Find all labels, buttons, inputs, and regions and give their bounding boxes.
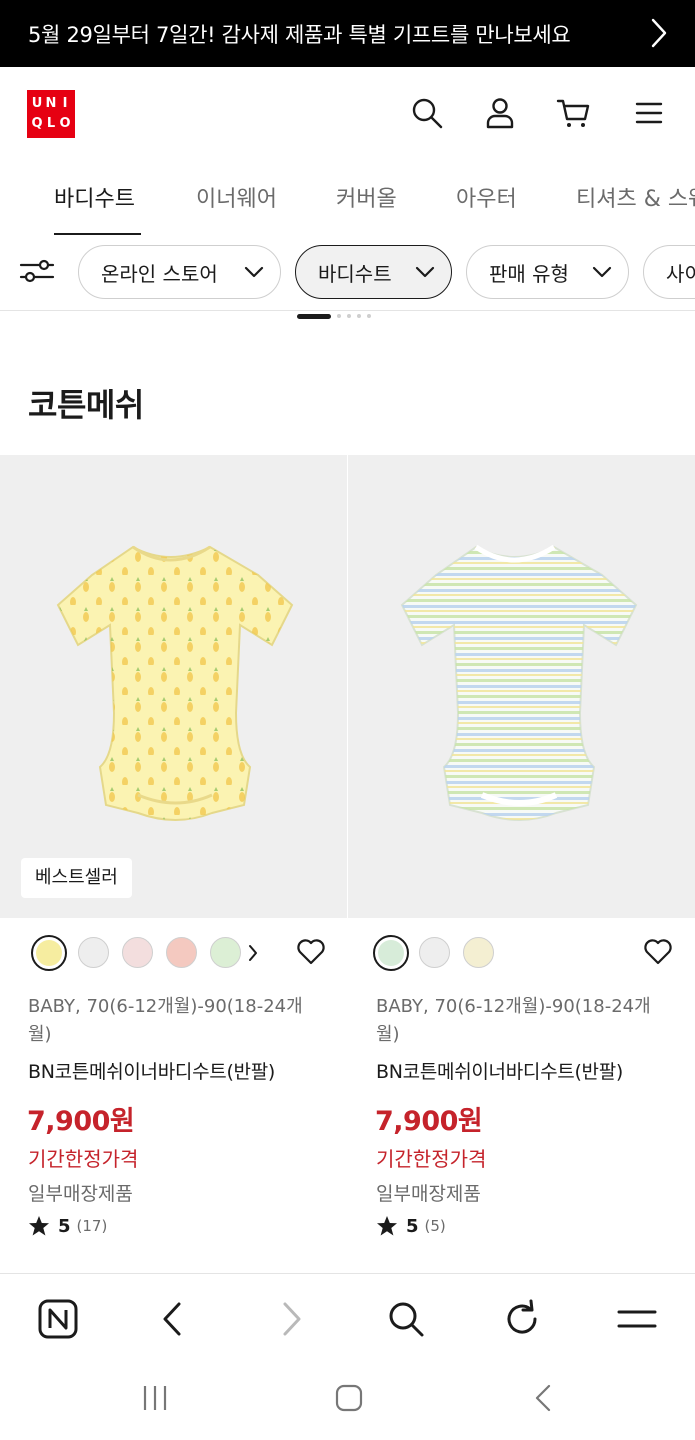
color-swatch[interactable] — [373, 935, 409, 971]
striped-bodysuit-image — [400, 544, 638, 821]
star-icon — [377, 1216, 397, 1236]
filter-scroll-indicator — [297, 313, 371, 319]
color-swatch[interactable] — [419, 937, 450, 968]
color-swatch[interactable] — [210, 937, 241, 968]
promo-text: 5월 29일부터 7일간! 감사제 제품과 특별 기프트를 만나보세요 — [28, 22, 571, 47]
tab-innerwear[interactable]: 이너웨어 — [196, 181, 277, 213]
section-title: 코튼메쉬 — [28, 386, 144, 424]
rating-count: (17) — [76, 1217, 108, 1235]
filter-chip-sale-type[interactable]: 판매 유형 — [466, 245, 629, 299]
tab-outer[interactable]: 아우터 — [456, 181, 517, 213]
category-tabs: 바디수트 이너웨어 커버올 아우터 티셔츠 & 스웨 — [0, 163, 695, 236]
naver-home-icon[interactable] — [37, 1298, 79, 1340]
star-icon — [29, 1216, 49, 1236]
browser-toolbar — [0, 1273, 695, 1361]
refresh-icon[interactable] — [501, 1298, 543, 1340]
price-note: 기간한정가격 — [28, 1147, 139, 1171]
chevron-down-icon — [244, 266, 264, 278]
product-image[interactable] — [348, 455, 695, 918]
uniqlo-product-list-page: 5월 29일부터 7일간! 감사제 제품과 특별 기프트를 만나보세요 U N … — [0, 0, 695, 1440]
product-name[interactable]: BN코튼메쉬이너바디수트(반팔) — [28, 1057, 275, 1084]
store-availability: 일부매장제품 — [28, 1183, 133, 1205]
rating-score: 5 — [406, 1215, 419, 1237]
color-swatches — [373, 935, 503, 973]
product-image[interactable]: 베스트셀러 — [0, 455, 347, 918]
search-icon[interactable] — [385, 1298, 427, 1340]
filter-sliders-icon[interactable] — [18, 254, 56, 288]
search-icon[interactable] — [409, 95, 445, 131]
uniqlo-logo[interactable]: U N I Q L O — [27, 90, 75, 138]
color-swatch[interactable] — [166, 937, 197, 968]
scroll-indicator-dot — [347, 314, 351, 318]
product-rating: 5 (5) — [376, 1213, 446, 1239]
yellow-bodysuit-image — [56, 545, 294, 821]
tab-tshirts-sweat[interactable]: 티셔츠 & 스웨 — [576, 181, 695, 213]
bestseller-badge: 베스트셀러 — [21, 858, 132, 898]
product-gender-size: BABY, 70(6-12개월)-90(18-24개월) — [28, 996, 303, 1045]
menu-icon[interactable] — [631, 95, 667, 131]
tab-bodysuit[interactable]: 바디수트 — [54, 181, 135, 213]
account-icon[interactable] — [482, 95, 518, 131]
promo-banner[interactable]: 5월 29일부터 7일간! 감사제 제품과 특별 기프트를 만나보세요 — [0, 0, 695, 67]
system-navigation-bar — [0, 1361, 695, 1440]
rating-score: 5 — [58, 1215, 71, 1237]
active-tab-indicator — [54, 233, 141, 235]
wishlist-heart-icon[interactable] — [643, 938, 673, 966]
more-colors-chevron-icon[interactable] — [247, 943, 259, 963]
filter-chip-bodysuit[interactable]: 바디수트 — [295, 245, 452, 299]
scroll-indicator-active — [297, 313, 331, 319]
forward-icon[interactable] — [270, 1298, 312, 1340]
color-swatch[interactable] — [31, 935, 67, 971]
chevron-right-icon[interactable] — [647, 16, 669, 50]
cart-icon[interactable] — [556, 95, 592, 131]
product-price: 7,900원 — [375, 1106, 483, 1137]
filter-chip-online-store[interactable]: 온라인 스토어 — [78, 245, 281, 299]
back-icon[interactable] — [529, 1383, 559, 1413]
color-swatch[interactable] — [463, 937, 494, 968]
rating-count: (5) — [424, 1217, 446, 1235]
scroll-indicator-dot — [367, 314, 371, 318]
menu-icon[interactable] — [616, 1298, 658, 1340]
filter-divider — [0, 310, 695, 311]
filter-chip-size[interactable]: 사이 — [643, 245, 695, 299]
filter-chip-label: 사이 — [666, 261, 695, 286]
site-header: U N I Q L O — [0, 67, 695, 163]
tab-coverall[interactable]: 커버올 — [336, 181, 397, 213]
product-card[interactable]: 베스트셀러 BABY, 70(6-12개월)-90(18-24개월) BN코튼메… — [0, 455, 347, 1273]
filter-chip-label: 온라인 스토어 — [101, 261, 218, 286]
scroll-indicator-dot — [337, 314, 341, 318]
filter-chip-label: 판매 유형 — [489, 261, 569, 286]
product-gender-size: BABY, 70(6-12개월)-90(18-24개월) — [376, 996, 651, 1045]
product-name[interactable]: BN코튼메쉬이너바디수트(반팔) — [376, 1057, 623, 1084]
store-availability: 일부매장제품 — [376, 1183, 481, 1205]
recent-apps-icon[interactable] — [140, 1383, 170, 1413]
product-card[interactable]: BABY, 70(6-12개월)-90(18-24개월) BN코튼메쉬이너바디수… — [348, 455, 695, 1273]
wishlist-heart-icon[interactable] — [296, 938, 326, 966]
color-swatch[interactable] — [122, 937, 153, 968]
back-icon[interactable] — [152, 1298, 194, 1340]
color-swatch[interactable] — [78, 937, 109, 968]
price-note: 기간한정가격 — [376, 1147, 487, 1171]
scroll-indicator-dot — [357, 314, 361, 318]
filter-bar: 온라인 스토어 바디수트 판매 유형 사이 — [0, 240, 695, 310]
home-icon[interactable] — [334, 1383, 364, 1413]
filter-chip-label: 바디수트 — [318, 261, 392, 286]
color-swatches — [31, 935, 241, 973]
product-rating: 5 (17) — [28, 1213, 107, 1239]
product-price: 7,900원 — [27, 1106, 135, 1137]
chevron-down-icon — [592, 266, 612, 278]
chevron-down-icon — [415, 266, 435, 278]
